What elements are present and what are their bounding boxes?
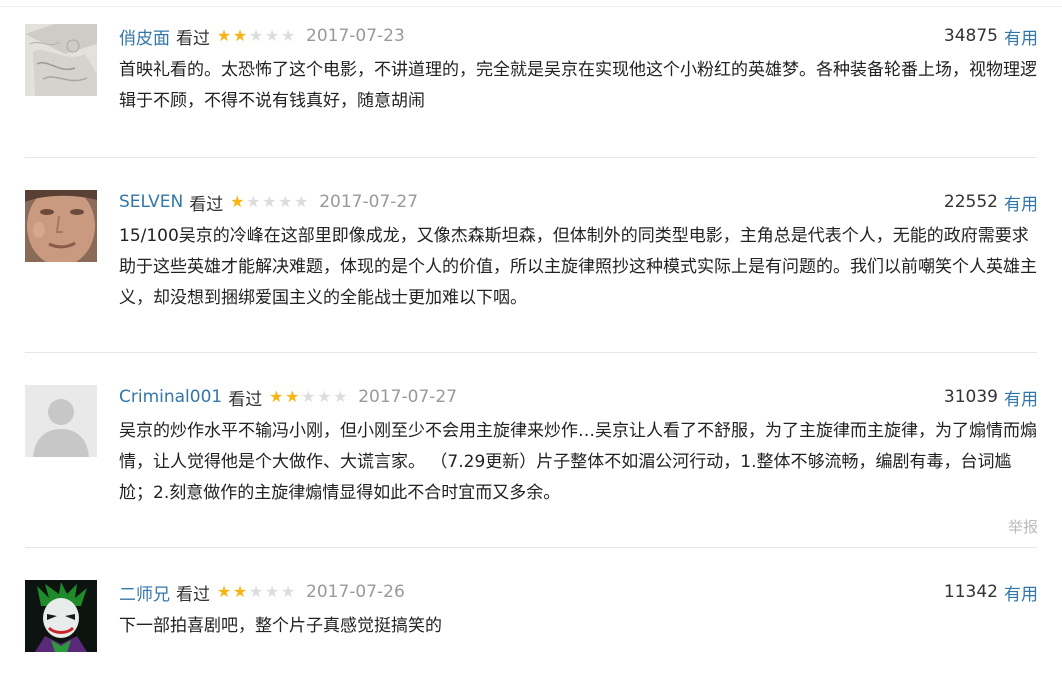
username-link[interactable]: SELVEN xyxy=(119,192,183,212)
star-filled-icon: ★ xyxy=(232,582,248,601)
comment-divider xyxy=(25,352,1037,353)
comment-date: 2017-07-27 xyxy=(319,192,419,212)
vote-area: 34875 有用 xyxy=(943,24,1038,49)
vote-area: 31039 有用 xyxy=(943,385,1038,410)
star-empty-icon: ★ xyxy=(278,192,293,211)
username-link[interactable]: 俏皮面 xyxy=(119,24,170,49)
star-filled-icon: ★ xyxy=(269,387,284,406)
comment-text: 下一部拍喜剧吧，整个片子真感觉挺搞笑的 xyxy=(119,616,442,636)
avatar-image xyxy=(25,190,97,262)
star-empty-icon: ★ xyxy=(264,26,280,45)
useful-button[interactable]: 有用 xyxy=(1004,385,1038,410)
star-filled-icon: ★ xyxy=(230,192,245,211)
avatar[interactable] xyxy=(25,385,97,457)
report-link[interactable]: 举报 xyxy=(1008,516,1038,537)
star-empty-icon: ★ xyxy=(248,26,264,45)
watch-status: 看过 xyxy=(189,194,224,215)
comment-text: 首映礼看的。太恐怖了这个电影，不讲道理的，完全就是吴京在实现他这个小粉红的英雄梦… xyxy=(119,60,1037,111)
comment-date: 2017-07-26 xyxy=(306,582,405,602)
vote-area: 22552 有用 xyxy=(943,190,1038,215)
comment-meta: 俏皮面 看过 ★ ★ ★ ★ ★ 2017-07-23 xyxy=(119,24,405,49)
vote-count: 34875 xyxy=(943,26,998,46)
username-link[interactable]: Criminal001 xyxy=(119,387,222,407)
comment-meta: Criminal001 看过 ★ ★ ★ ★ ★ 2017-07-27 xyxy=(119,385,458,410)
vote-count: 11342 xyxy=(943,582,998,602)
vote-count: 31039 xyxy=(943,387,998,407)
star-empty-icon: ★ xyxy=(317,387,332,406)
avatar[interactable] xyxy=(25,190,97,262)
comment-meta: 二师兄 看过 ★ ★ ★ ★ ★ 2017-07-26 xyxy=(119,580,405,605)
star-empty-icon: ★ xyxy=(264,582,280,601)
comment-date: 2017-07-27 xyxy=(358,387,458,407)
star-empty-icon: ★ xyxy=(333,387,348,406)
vote-count: 22552 xyxy=(943,192,998,212)
comment-text: 15/100吴京的冷峰在这部里即像成龙，又像杰森斯坦森，但体制外的同类型电影，主… xyxy=(119,226,1037,308)
star-empty-icon: ★ xyxy=(280,582,296,601)
comment-divider xyxy=(25,157,1037,158)
useful-button[interactable]: 有用 xyxy=(1004,190,1038,215)
avatar[interactable] xyxy=(25,580,97,652)
rating-stars: ★ ★ ★ ★ ★ xyxy=(229,194,309,210)
star-empty-icon: ★ xyxy=(248,582,264,601)
username-link[interactable]: 二师兄 xyxy=(119,580,170,605)
watch-status: 看过 xyxy=(176,584,210,605)
default-avatar-icon xyxy=(25,385,97,457)
comment-date: 2017-07-23 xyxy=(306,26,405,46)
rating-stars: ★ ★ ★ ★ ★ xyxy=(216,28,296,44)
rating-stars: ★ ★ ★ ★ ★ xyxy=(268,389,348,405)
star-empty-icon: ★ xyxy=(246,192,261,211)
useful-button[interactable]: 有用 xyxy=(1004,24,1038,49)
useful-button[interactable]: 有用 xyxy=(1004,580,1038,605)
star-filled-icon: ★ xyxy=(232,26,248,45)
watch-status: 看过 xyxy=(228,389,263,410)
star-filled-icon: ★ xyxy=(285,387,300,406)
rating-stars: ★ ★ ★ ★ ★ xyxy=(216,584,296,600)
avatar[interactable] xyxy=(25,24,97,96)
star-empty-icon: ★ xyxy=(262,192,277,211)
star-filled-icon: ★ xyxy=(216,582,232,601)
star-empty-icon: ★ xyxy=(280,26,296,45)
comment-text: 吴京的炒作水平不输冯小刚，但小刚至少不会用主旋律来炒作…吴京让人看了不舒服，为了… xyxy=(119,421,1037,503)
avatar-image xyxy=(25,580,97,652)
star-empty-icon: ★ xyxy=(294,192,309,211)
watch-status: 看过 xyxy=(176,28,210,49)
star-empty-icon: ★ xyxy=(301,387,316,406)
avatar-image xyxy=(25,24,97,96)
comment-meta: SELVEN 看过 ★ ★ ★ ★ ★ 2017-07-27 xyxy=(119,190,419,215)
star-filled-icon: ★ xyxy=(216,26,232,45)
vote-area: 11342 有用 xyxy=(943,580,1038,605)
top-divider xyxy=(0,6,1062,7)
comment-divider xyxy=(25,547,1037,548)
